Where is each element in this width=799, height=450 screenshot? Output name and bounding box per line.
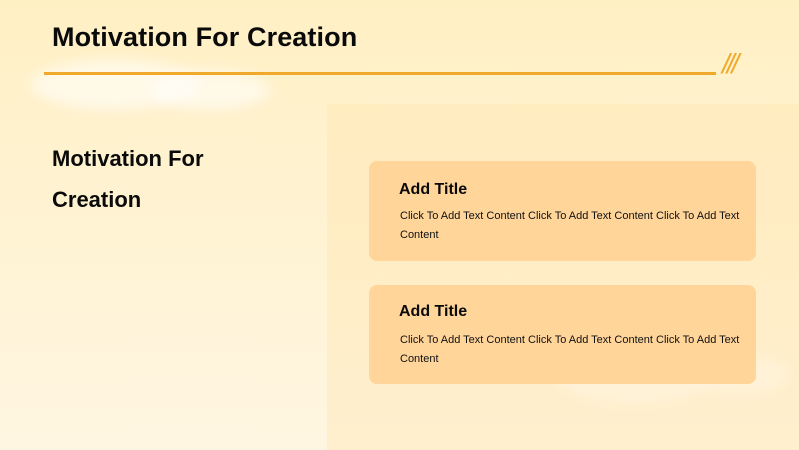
page-title: Motivation For Creation [52, 22, 358, 52]
title-underline [44, 72, 716, 75]
card-text[interactable]: Click To Add Text Content Click To Add T… [400, 331, 740, 369]
section-title[interactable]: Motivation For Creation [52, 138, 292, 220]
content-card[interactable]: Add Title Click To Add Text Content Clic… [369, 161, 756, 261]
cloud-decoration-top-left-2 [150, 70, 270, 110]
card-title[interactable]: Add Title [399, 181, 467, 199]
card-title[interactable]: Add Title [399, 303, 467, 321]
content-card[interactable]: Add Title Click To Add Text Content Clic… [369, 285, 756, 384]
card-text[interactable]: Click To Add Text Content Click To Add T… [400, 207, 740, 245]
content-panel [327, 104, 799, 450]
slide: Motivation For Creation /// Motivation F… [0, 0, 799, 450]
slash-decoration: /// [722, 48, 739, 79]
